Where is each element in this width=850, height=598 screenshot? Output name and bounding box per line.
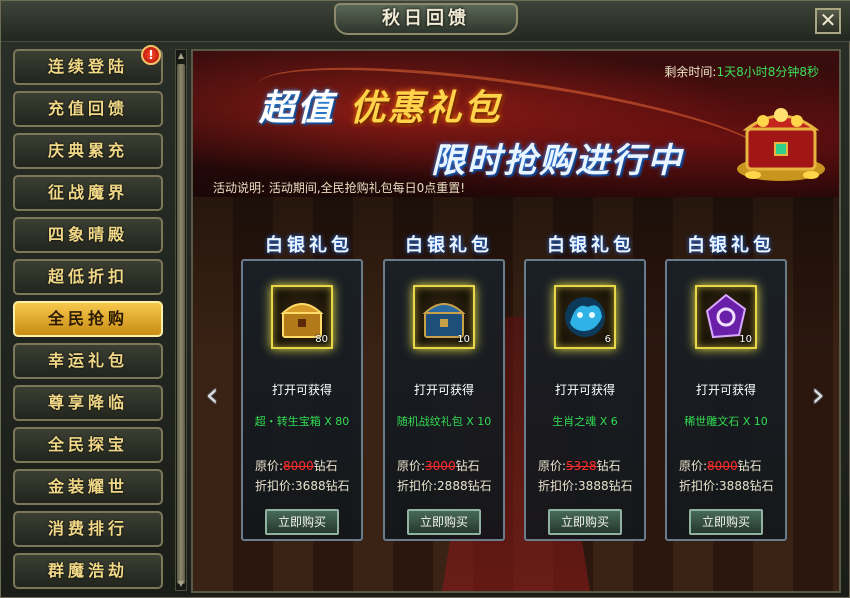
discount-price-label: 折扣价:: [255, 479, 296, 493]
original-price: 原价:3000钻石: [397, 457, 480, 474]
close-button[interactable]: ✕: [815, 8, 841, 34]
remaining-time-value: 1天8小时8分钟8秒: [716, 65, 819, 79]
headline-super-value: 超值: [259, 88, 336, 129]
event-description: 活动说明: 活动期间,全民抢购礼包每日0点重置!: [213, 181, 466, 195]
treasure-chest-icon: [737, 108, 825, 181]
gift-pack-card: 10 打开可获得 稀世雕文石 X 10 原价:8000钻石 折扣价:3888钻石…: [665, 259, 787, 541]
scroll-down-arrow-icon[interactable]: ▼: [176, 578, 186, 590]
item-count: 10: [739, 334, 752, 345]
discount-price: 折扣价:3688钻石: [255, 477, 350, 494]
original-price-label: 原价:: [255, 459, 284, 473]
event-window: 秋日回馈 ✕ 连续登陆 ! 充值回馈 庆典累充 征战魔界 四象晴殿 超低折扣 全…: [0, 0, 850, 598]
item-count: 6: [604, 334, 611, 345]
buy-now-button[interactable]: 立即购买: [689, 509, 763, 535]
item-slot[interactable]: 6: [554, 285, 616, 349]
sidebar-item-lucky-pack[interactable]: 幸运礼包: [13, 343, 163, 379]
sidebar-item-super-discount[interactable]: 超低折扣: [13, 259, 163, 295]
original-price-value: 3000: [425, 459, 456, 473]
original-price: 原价:8000钻石: [255, 457, 338, 474]
original-price-label: 原价:: [397, 459, 426, 473]
remaining-time-label: 剩余时间:: [664, 65, 717, 79]
reward-text: 随机战纹礼包 X 10: [396, 415, 492, 428]
sidebar-item-flash-sale[interactable]: 全民抢购: [13, 301, 163, 337]
sidebar-item-recharge-reward[interactable]: 充值回馈: [13, 91, 163, 127]
gift-pack-card: 6 打开可获得 生肖之魂 X 6 原价:5328钻石 折扣价:3888钻石 立即…: [524, 259, 646, 541]
discount-price-value: 2888钻石: [437, 479, 492, 493]
original-price-label: 原价:: [538, 459, 567, 473]
reward-text: 超・转生宝箱 X 80: [254, 415, 350, 428]
sidebar-item-demon-war[interactable]: 征战魔界: [13, 175, 163, 211]
item-slot[interactable]: 80: [271, 285, 333, 349]
original-price: 原价:8000钻石: [679, 457, 762, 474]
discount-price-value: 3688钻石: [295, 479, 350, 493]
original-price-unit: 钻石: [313, 459, 338, 473]
remaining-time: 剩余时间:1天8小时8分钟8秒: [664, 63, 819, 80]
discount-price: 折扣价:3888钻石: [679, 477, 774, 494]
banner-headline-1: 超值 优惠礼包: [259, 79, 502, 131]
reward-text: 稀世雕文石 X 10: [684, 415, 768, 428]
sidebar-item-celebration-recharge[interactable]: 庆典累充: [13, 133, 163, 169]
original-price: 原价:5328钻石: [538, 457, 621, 474]
sidebar-scrollbar[interactable]: ▲ ▼: [175, 49, 187, 591]
scroll-thumb[interactable]: [177, 64, 185, 584]
original-price-label: 原价:: [679, 459, 708, 473]
next-page-arrow-icon[interactable]: ›: [805, 373, 831, 417]
sidebar-item-four-symbols[interactable]: 四象晴殿: [13, 217, 163, 253]
gift-pack-card: 80 打开可获得 超・转生宝箱 X 80 原价:8000钻石 折扣价:3688钻…: [241, 259, 363, 541]
discount-price-label: 折扣价:: [679, 479, 720, 493]
open-to-get-label: 打开可获得: [413, 383, 474, 397]
buy-now-button[interactable]: 立即购买: [548, 509, 622, 535]
original-price-value: 5328: [566, 459, 597, 473]
promo-banner: 剩余时间:1天8小时8分钟8秒 超值 优惠礼包 限时抢购进行中 活动说明: 活动…: [193, 51, 839, 200]
flash-sale-panel: 剩余时间:1天8小时8分钟8秒 超值 优惠礼包 限时抢购进行中 活动说明: 活动…: [191, 49, 841, 593]
discount-price-value: 3888钻石: [578, 479, 633, 493]
item-slot[interactable]: 10: [695, 285, 757, 349]
original-price-value: 8000: [707, 459, 738, 473]
open-to-get-label: 打开可获得: [271, 383, 332, 397]
open-to-get-label: 打开可获得: [554, 383, 615, 397]
sidebar-item-vip-arrival[interactable]: 尊享降临: [13, 385, 163, 421]
reward-text: 生肖之魂 X 6: [552, 415, 618, 428]
event-sidebar: 连续登陆 ! 充值回馈 庆典累充 征战魔界 四象晴殿 超低折扣 全民抢购 幸运礼…: [7, 45, 171, 593]
title-bar: 秋日回馈 ✕: [1, 1, 850, 42]
original-price-value: 8000: [283, 459, 314, 473]
sidebar-item-demon-calamity[interactable]: 群魔浩劫: [13, 553, 163, 589]
prev-page-arrow-icon[interactable]: ‹: [199, 373, 225, 417]
buy-now-button[interactable]: 立即购买: [407, 509, 481, 535]
headline-discount-pack: 优惠礼包: [349, 88, 502, 129]
banner-headline-2: 限时抢购进行中: [431, 141, 683, 181]
original-price-unit: 钻石: [455, 459, 480, 473]
discount-price: 折扣价:3888钻石: [538, 477, 633, 494]
item-count: 10: [457, 334, 470, 345]
original-price-unit: 钻石: [737, 459, 762, 473]
original-price-unit: 钻石: [596, 459, 621, 473]
sidebar-item-treasure-hunt[interactable]: 全民探宝: [13, 427, 163, 463]
gift-pack-card: 10 打开可获得 随机战纹礼包 X 10 原价:3000钻石 折扣价:2888钻…: [383, 259, 505, 541]
card-title: 白银礼包: [265, 235, 353, 256]
discount-price-value: 3888钻石: [719, 479, 774, 493]
discount-price: 折扣价:2888钻石: [397, 477, 492, 494]
buy-now-button[interactable]: 立即购买: [265, 509, 339, 535]
alert-badge-icon: !: [141, 45, 161, 65]
scroll-up-arrow-icon[interactable]: ▲: [176, 50, 186, 62]
item-count: 80: [315, 334, 328, 345]
sidebar-item-gold-gear[interactable]: 金装耀世: [13, 469, 163, 505]
discount-price-label: 折扣价:: [397, 479, 438, 493]
window-title: 秋日回馈: [334, 3, 518, 35]
item-slot[interactable]: 10: [413, 285, 475, 349]
sidebar-item-spend-ranking[interactable]: 消费排行: [13, 511, 163, 547]
open-to-get-label: 打开可获得: [695, 383, 756, 397]
discount-price-label: 折扣价:: [538, 479, 579, 493]
card-title: 白银礼包: [405, 235, 493, 256]
card-title: 白银礼包: [547, 235, 635, 256]
card-title: 白银礼包: [687, 235, 775, 256]
